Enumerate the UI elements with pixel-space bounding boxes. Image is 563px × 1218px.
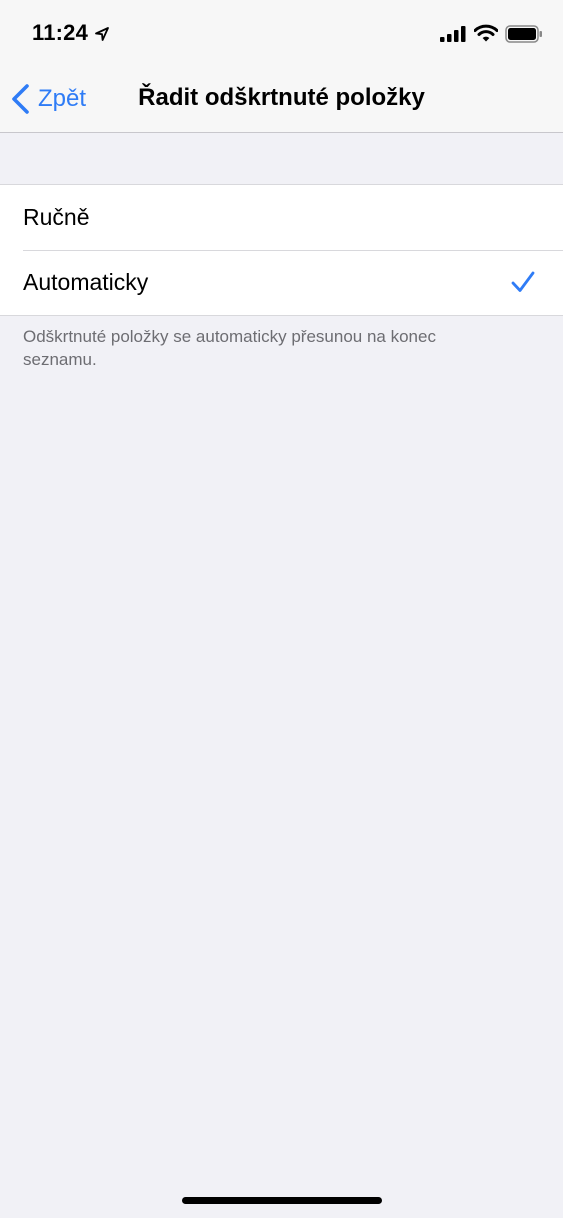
cellular-signal-icon [440, 26, 466, 42]
navigation-bar: Zpět Řadit odškrtnuté položky [0, 66, 563, 133]
option-label: Automaticky [23, 269, 149, 295]
status-time: 11:24 [32, 20, 89, 45]
status-bar: 11:24 [0, 0, 563, 66]
home-indicator[interactable] [182, 1197, 382, 1204]
wifi-icon [474, 24, 498, 42]
footer-note: Odškrtnuté položky se automaticky přesun… [23, 327, 436, 369]
sort-options-group: Ručně Automaticky [0, 184, 563, 316]
checkmark-icon [511, 271, 535, 292]
option-manual[interactable]: Ručně [0, 185, 563, 250]
option-label: Ručně [23, 204, 90, 230]
option-automatic[interactable]: Automaticky [0, 250, 563, 315]
page-title: Řadit odškrtnuté položky [138, 84, 425, 111]
battery-icon [505, 25, 542, 43]
location-arrow-icon [95, 27, 109, 41]
